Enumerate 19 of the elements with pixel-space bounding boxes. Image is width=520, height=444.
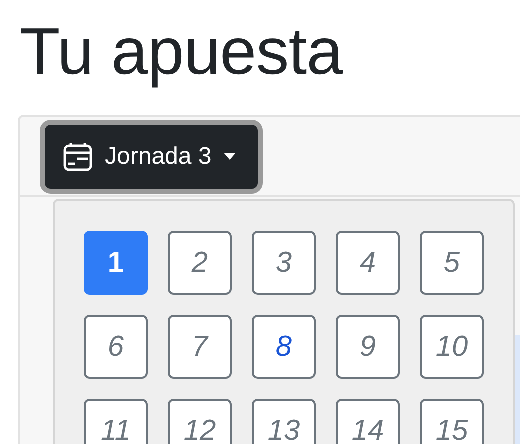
round-option[interactable]: 14 [336,399,400,444]
round-option[interactable]: 1 [84,231,148,295]
round-option[interactable]: 7 [168,315,232,379]
round-option[interactable]: 15 [420,399,484,444]
round-option[interactable]: 3 [252,231,316,295]
round-option[interactable]: 5 [420,231,484,295]
round-option[interactable]: 6 [84,315,148,379]
round-option[interactable]: 9 [336,315,400,379]
page-title: Tu apuesta [19,13,344,90]
round-dropdown-button[interactable]: Jornada 3 [45,125,258,189]
calendar-icon [63,142,93,172]
round-option[interactable]: 4 [336,231,400,295]
caret-icon [224,153,236,161]
round-option[interactable]: 11 [84,399,148,444]
round-option[interactable]: 10 [420,315,484,379]
round-option[interactable]: 2 [168,231,232,295]
round-option[interactable]: 13 [252,399,316,444]
round-option[interactable]: 8 [252,315,316,379]
round-option[interactable]: 12 [168,399,232,444]
